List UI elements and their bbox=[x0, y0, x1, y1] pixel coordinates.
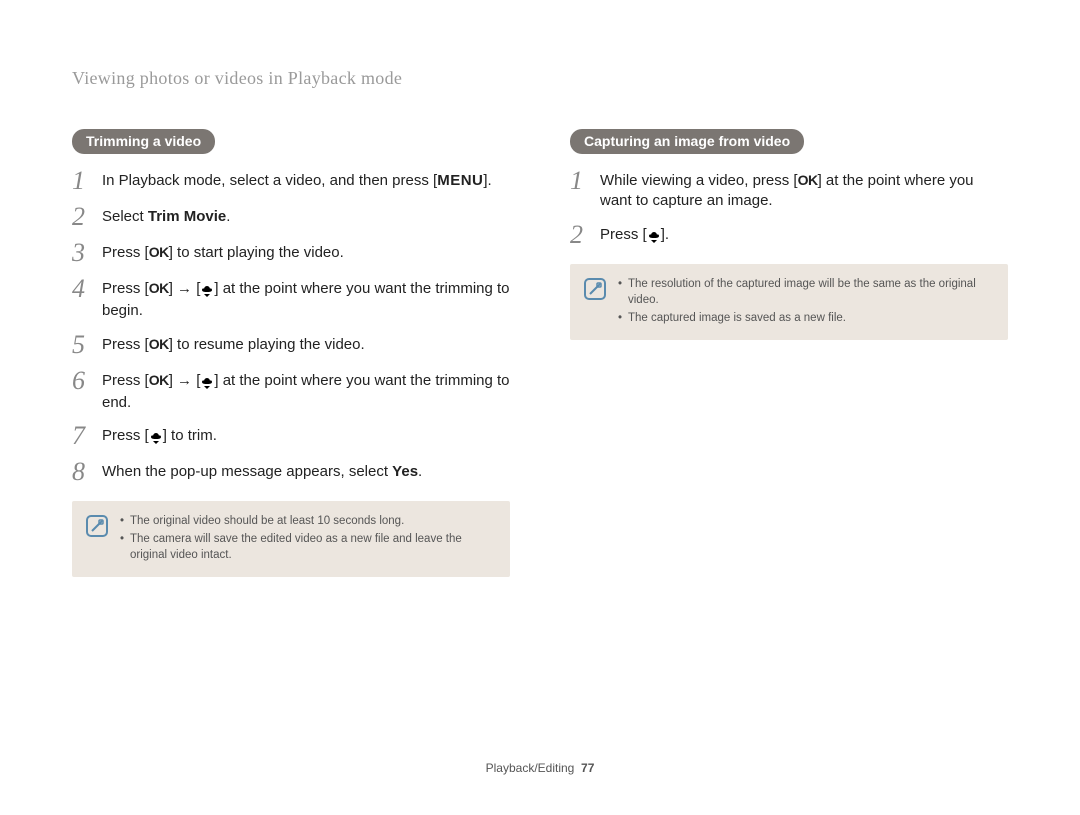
step-text: Press [OK] → [] at the point where you w… bbox=[102, 276, 510, 322]
step: 1 While viewing a video, press [OK] at t… bbox=[570, 168, 1008, 212]
page-footer: Playback/Editing 77 bbox=[0, 761, 1080, 775]
step-number: 2 bbox=[570, 222, 588, 248]
step-number: 8 bbox=[72, 459, 90, 485]
step: 8 When the pop-up message appears, selec… bbox=[72, 459, 510, 485]
note-item: The resolution of the captured image wil… bbox=[618, 276, 994, 308]
content-columns: Trimming a video 1 In Playback mode, sel… bbox=[72, 129, 1008, 577]
step: 4 Press [OK] → [] at the point where you… bbox=[72, 276, 510, 322]
step: 2 Press []. bbox=[570, 222, 1008, 248]
step-number: 2 bbox=[72, 204, 90, 230]
note-item: The camera will save the edited video as… bbox=[120, 531, 496, 563]
macro-down-icon bbox=[200, 281, 214, 301]
section-heading-capturing: Capturing an image from video bbox=[570, 129, 804, 154]
step-number: 6 bbox=[72, 368, 90, 394]
note-box-right: The resolution of the captured image wil… bbox=[570, 264, 1008, 340]
ok-icon: OK bbox=[149, 372, 169, 388]
note-item: The captured image is saved as a new fil… bbox=[618, 310, 994, 326]
macro-down-icon bbox=[647, 227, 661, 247]
step-number: 7 bbox=[72, 423, 90, 449]
step-text: While viewing a video, press [OK] at the… bbox=[600, 168, 1008, 212]
macro-down-icon bbox=[200, 373, 214, 393]
step-number: 4 bbox=[72, 276, 90, 302]
step-text: Press [] to trim. bbox=[102, 423, 217, 448]
macro-down-icon bbox=[149, 428, 163, 448]
note-icon bbox=[86, 515, 108, 537]
ok-icon: OK bbox=[149, 280, 169, 296]
footer-section: Playback/Editing bbox=[486, 761, 575, 775]
step-number: 1 bbox=[570, 168, 588, 194]
step-text: When the pop-up message appears, select … bbox=[102, 459, 422, 482]
menu-label: MENU bbox=[437, 172, 483, 189]
note-list: The resolution of the captured image wil… bbox=[618, 276, 994, 328]
step: 6 Press [OK] → [] at the point where you… bbox=[72, 368, 510, 414]
step-text: Press [OK] → [] at the point where you w… bbox=[102, 368, 510, 414]
step: 1 In Playback mode, select a video, and … bbox=[72, 168, 510, 194]
trimming-steps: 1 In Playback mode, select a video, and … bbox=[72, 168, 510, 485]
step: 3 Press [OK] to start playing the video. bbox=[72, 240, 510, 266]
step-number: 5 bbox=[72, 332, 90, 358]
ok-icon: OK bbox=[149, 244, 169, 260]
step-number: 3 bbox=[72, 240, 90, 266]
ok-icon: OK bbox=[798, 172, 818, 188]
step: 2 Select Trim Movie. bbox=[72, 204, 510, 230]
step-text: Select Trim Movie. bbox=[102, 204, 230, 227]
step-text: In Playback mode, select a video, and th… bbox=[102, 168, 492, 191]
section-heading-trimming: Trimming a video bbox=[72, 129, 215, 154]
note-box-left: The original video should be at least 10… bbox=[72, 501, 510, 577]
step-text: Press [OK] to start playing the video. bbox=[102, 240, 344, 263]
step-text: Press [OK] to resume playing the video. bbox=[102, 332, 365, 355]
note-icon bbox=[584, 278, 606, 300]
step: 7 Press [] to trim. bbox=[72, 423, 510, 449]
left-column: Trimming a video 1 In Playback mode, sel… bbox=[72, 129, 510, 577]
capturing-steps: 1 While viewing a video, press [OK] at t… bbox=[570, 168, 1008, 248]
footer-page-number: 77 bbox=[581, 761, 594, 775]
ok-icon: OK bbox=[149, 336, 169, 352]
right-column: Capturing an image from video 1 While vi… bbox=[570, 129, 1008, 577]
note-list: The original video should be at least 10… bbox=[120, 513, 496, 565]
step-number: 1 bbox=[72, 168, 90, 194]
step-text: Press []. bbox=[600, 222, 669, 247]
page-title: Viewing photos or videos in Playback mod… bbox=[72, 68, 1008, 89]
step: 5 Press [OK] to resume playing the video… bbox=[72, 332, 510, 358]
note-item: The original video should be at least 10… bbox=[120, 513, 496, 529]
